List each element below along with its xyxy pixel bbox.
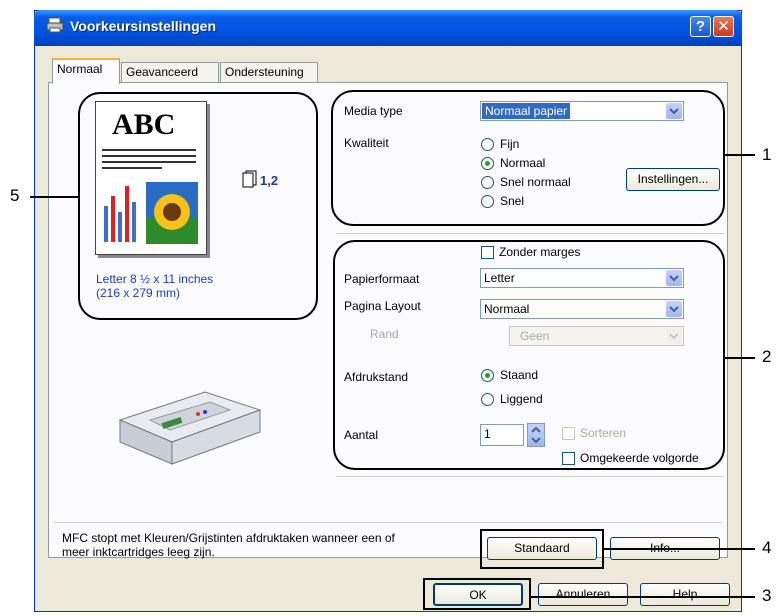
collate-label: Sorteren [580,426,627,440]
border-select[interactable]: Geen [509,326,684,346]
callout-line-3 [531,596,755,598]
section-divider [336,233,724,234]
copies-value: 1 [484,427,491,441]
printer-app-icon [46,17,64,33]
callout-5: 5 [10,186,20,205]
spinner-arrows-icon[interactable] [528,424,544,446]
border-value: Geen [520,329,550,343]
callout-line-1 [725,154,755,156]
settings-button[interactable]: Instellingen... [626,168,720,191]
orientation-radio-portrait[interactable] [481,369,494,382]
info-text-line1: MFC stopt met Kleuren/Grijstinten afdruk… [62,531,395,545]
chevron-down-icon[interactable] [666,103,682,119]
page-layout-value: Normaal [484,302,530,316]
media-type-label: Media type [344,104,403,118]
tab-ondersteuning[interactable]: Ondersteuning [220,62,318,82]
copies-spinner[interactable] [527,423,545,447]
cancel-button[interactable]: Annuleren [538,583,628,606]
section-divider [336,476,724,477]
help-title-button[interactable]: ? [690,16,711,37]
collate-checkbox[interactable] [562,427,575,440]
tab-geavanceerd[interactable]: Geavanceerd [121,62,219,82]
quality-radio-snel-normaal[interactable] [481,176,494,189]
chevron-down-icon[interactable] [666,301,682,317]
paper-size-text-line2: (216 x 279 mm) [96,286,181,300]
quality-radio-snel[interactable] [481,195,494,208]
callout-line-5 [30,196,78,198]
copies-indicator: 1,2 [260,173,279,188]
orientation-radio-landscape[interactable] [481,393,494,406]
reverse-order-label: Omgekeerde volgorde [580,451,699,465]
tab-normaal[interactable]: Normaal [52,58,120,84]
info-text-line2: meer inktcartridges leeg zijn. [62,545,215,559]
page-layout-select[interactable]: Normaal [480,299,684,319]
quality-label: Kwaliteit [344,136,389,150]
reverse-order-checkbox[interactable] [562,452,575,465]
callout-1: 1 [762,145,772,164]
orientation-label: Afdrukstand [344,370,409,384]
borderless-checkbox[interactable] [481,246,494,259]
quality-radio-normaal[interactable] [481,157,494,170]
page-layout-label: Pagina Layout [344,299,421,313]
callout-2: 2 [762,347,772,366]
printer-image [118,391,262,465]
chevron-down-icon[interactable] [666,328,682,344]
default-button[interactable]: Standaard [487,537,597,560]
paper-size-label: Papierformaat [344,272,420,286]
quality-option-fijn: Fijn [500,137,520,151]
quality-option-snel: Snel [500,194,525,208]
orientation-option-portrait: Staand [500,368,539,382]
copies-icon [242,170,257,188]
preview-doc-text: ABC [112,108,176,141]
quality-option-normaal: Normaal [500,156,546,170]
preview-graphics [102,149,198,244]
quality-radio-fijn[interactable] [481,138,494,151]
ok-button[interactable]: OK [433,583,523,606]
media-type-select[interactable]: Normaal papier [480,101,684,121]
close-button[interactable]: ✕ [713,16,734,37]
copies-label: Aantal [344,428,379,442]
border-label: Rand [370,327,399,341]
copies-input[interactable]: 1 [480,424,524,446]
callout-3: 3 [762,586,772,605]
borderless-label: Zonder marges [499,245,581,259]
media-type-value: Normaal papier [482,103,571,119]
orientation-option-landscape: Liggend [500,392,543,406]
quality-option-snel-normaal: Snel normaal [500,175,571,189]
section-divider [54,522,722,523]
page-preview: ABC [95,101,207,255]
paper-size-text-line1: Letter 8 ½ x 11 inches [96,272,214,286]
paper-size-select[interactable]: Letter [480,268,684,288]
callout-4: 4 [762,538,772,557]
chevron-down-icon[interactable] [666,270,682,286]
callout-line-4 [604,548,755,550]
callout-line-2 [725,357,755,359]
paper-size-value: Letter [484,271,515,285]
window-title: Voorkeursinstellingen [70,18,216,34]
help-button[interactable]: Help [640,583,730,606]
